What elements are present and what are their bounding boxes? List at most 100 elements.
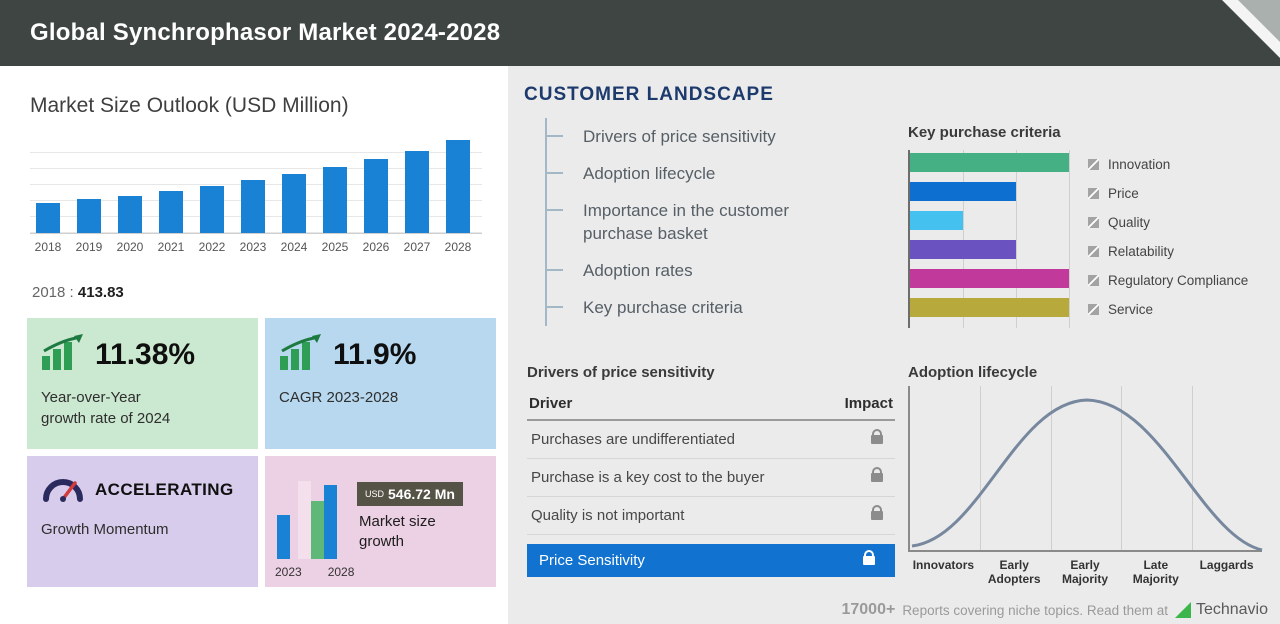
market-size-panel: Market Size Outlook (USD Million) 2018 20… [0, 66, 508, 624]
year-axis-label: 2021 [157, 240, 185, 254]
base-year-note: 2018 : 413.83 [32, 284, 124, 301]
legend-item: Price [1088, 179, 1248, 208]
year-axis-label: 2018 [34, 240, 62, 254]
purchase-criteria-title: Key purchase criteria [908, 124, 1061, 141]
legend-item: Relatability [1088, 237, 1248, 266]
yoy-desc-line1: Year-over-Year [41, 389, 141, 406]
driver-label: Quality is not important [531, 507, 685, 524]
momentum-title: ACCELERATING [95, 479, 234, 499]
driver-label: Purchases are undifferentiated [531, 431, 736, 448]
yoy-growth-card: 11.38% Year-over-Year growth rate of 202… [27, 318, 258, 449]
legend-swatch-icon [1088, 188, 1099, 199]
driver-column-header: Driver [529, 395, 573, 412]
yoy-description: Year-over-Year growth rate of 2024 [41, 387, 244, 429]
year-axis-label: 2025 [321, 240, 349, 254]
market-size-chart: 2018 2019 2020 2021 2022 2023 2024 2025 2026 2027… [30, 138, 482, 254]
customer-landscape-panel: CUSTOMER LANDSCAPE Drivers of price sens… [508, 66, 1280, 624]
lock-icon [871, 467, 883, 482]
mini-bar-backdrop [298, 481, 311, 559]
market-growth-badge: USD 546.72 Mn [357, 482, 463, 506]
market-size-bar-2018 [36, 203, 60, 233]
legend-swatch-icon [1088, 246, 1099, 257]
gridline [1069, 150, 1070, 328]
growth-label-line2: growth [359, 533, 405, 550]
purchase-criteria-legend: Innovation Price Quality Relatability Regula… [1088, 150, 1248, 324]
driver-label: Purchase is a key cost to the buyer [531, 469, 765, 486]
market-growth-card: 2023 2028 USD 546.72 Mn Market size growt… [265, 456, 496, 587]
landscape-item: Importance in the customer purchase bask… [545, 192, 812, 252]
driver-row: Purchase is a key cost to the buyer [527, 459, 895, 497]
stage-label: Early Majority [1061, 558, 1108, 586]
purchase-criteria-bars [910, 153, 1069, 317]
year-axis-label: 2026 [362, 240, 390, 254]
price-sensitivity-title: Drivers of price sensitivity [527, 364, 715, 381]
lock-icon [863, 550, 875, 565]
badge-currency: USD [365, 489, 385, 499]
yoy-value: 11.38% [95, 337, 196, 371]
legend-item: Regulatory Compliance [1088, 266, 1248, 295]
market-size-bar-2020 [118, 196, 142, 233]
base-year: 2018 [32, 284, 66, 301]
mini-bar-2028-group [298, 481, 337, 559]
market-outlook-title: Market Size Outlook (USD Million) [30, 94, 349, 117]
year-axis-label: 2020 [116, 240, 144, 254]
legend-label: Regulatory Compliance [1108, 273, 1249, 288]
brand-name: Technavio [1195, 601, 1268, 618]
price-sensitivity-table: Driver Impact Purchases are undifferenti… [527, 390, 895, 577]
market-size-bar-2021 [159, 191, 183, 233]
mini-year-end: 2028 [327, 565, 355, 579]
speedometer-icon [41, 472, 85, 507]
market-size-bar-2027 [405, 151, 429, 233]
mini-growth-chart [277, 481, 337, 559]
cagr-value: 11.9% [333, 337, 417, 371]
customer-landscape-list: Drivers of price sensitivity Adoption lif… [545, 118, 812, 326]
stage-label: Innovators [912, 558, 975, 572]
adoption-lifecycle-title: Adoption lifecycle [908, 364, 1038, 381]
legend-label: Price [1108, 186, 1139, 201]
lock-icon [871, 429, 883, 444]
stage-label: Late Majority [1132, 558, 1179, 586]
market-size-xlabels: 2018 2019 2020 2021 2022 2023 2024 2025 2026 2027… [30, 240, 482, 254]
cagr-label: CAGR 2023-2028 [279, 389, 399, 406]
adoption-lifecycle-chart [908, 386, 1263, 552]
page-title: Global Synchrophasor Market 2024-2028 [30, 19, 501, 46]
legend-item: Quality [1088, 208, 1248, 237]
year-axis-label: 2027 [403, 240, 431, 254]
landscape-item: Adoption lifecycle [545, 155, 812, 192]
criteria-bar-regulatory-compliance [910, 269, 1069, 288]
price-sensitivity-label: Price Sensitivity [539, 552, 645, 569]
legend-swatch-icon [1088, 304, 1099, 315]
mini-year-start: 2023 [275, 565, 302, 579]
growth-label-line1: Market size [359, 513, 436, 530]
momentum-label: Growth Momentum [41, 521, 169, 538]
market-size-bars [30, 138, 482, 234]
impact-column-header: Impact [844, 395, 893, 412]
technavio-triangle-icon [1174, 602, 1191, 618]
stage-label: Early Adopters [987, 558, 1041, 586]
criteria-bar-price [910, 182, 1016, 201]
driver-row: Purchases are undifferentiated [527, 421, 895, 459]
header: Global Synchrophasor Market 2024-2028 [0, 0, 1280, 66]
kpi-cards: 11.38% Year-over-Year growth rate of 202… [27, 318, 496, 587]
market-size-bar-2019 [77, 199, 101, 233]
criteria-bar-innovation [910, 153, 1069, 172]
report-count: 17000+ [841, 601, 896, 618]
legend-item: Innovation [1088, 150, 1248, 179]
mini-bar-mid [311, 501, 324, 559]
base-value: 413.83 [77, 284, 124, 301]
legend-label: Quality [1108, 215, 1151, 230]
base-separator: : [69, 284, 74, 301]
purchase-criteria-chart [908, 150, 1074, 328]
landscape-item: Adoption rates [545, 252, 812, 289]
yoy-desc-line2: growth rate of 2024 [41, 410, 171, 427]
bell-curve [911, 398, 1263, 552]
criteria-bar-quality [910, 211, 963, 230]
stage-label: Laggards [1199, 558, 1254, 572]
landscape-item: Key purchase criteria [545, 289, 812, 326]
adoption-stage-labels: Innovators Early Adopters Early Majority La… [908, 558, 1262, 586]
landscape-item: Drivers of price sensitivity [545, 118, 812, 155]
year-axis-label: 2019 [75, 240, 103, 254]
market-size-bar-2026 [364, 159, 388, 233]
momentum-card: ACCELERATING Growth Momentum [27, 456, 258, 587]
legend-swatch-icon [1088, 217, 1099, 228]
